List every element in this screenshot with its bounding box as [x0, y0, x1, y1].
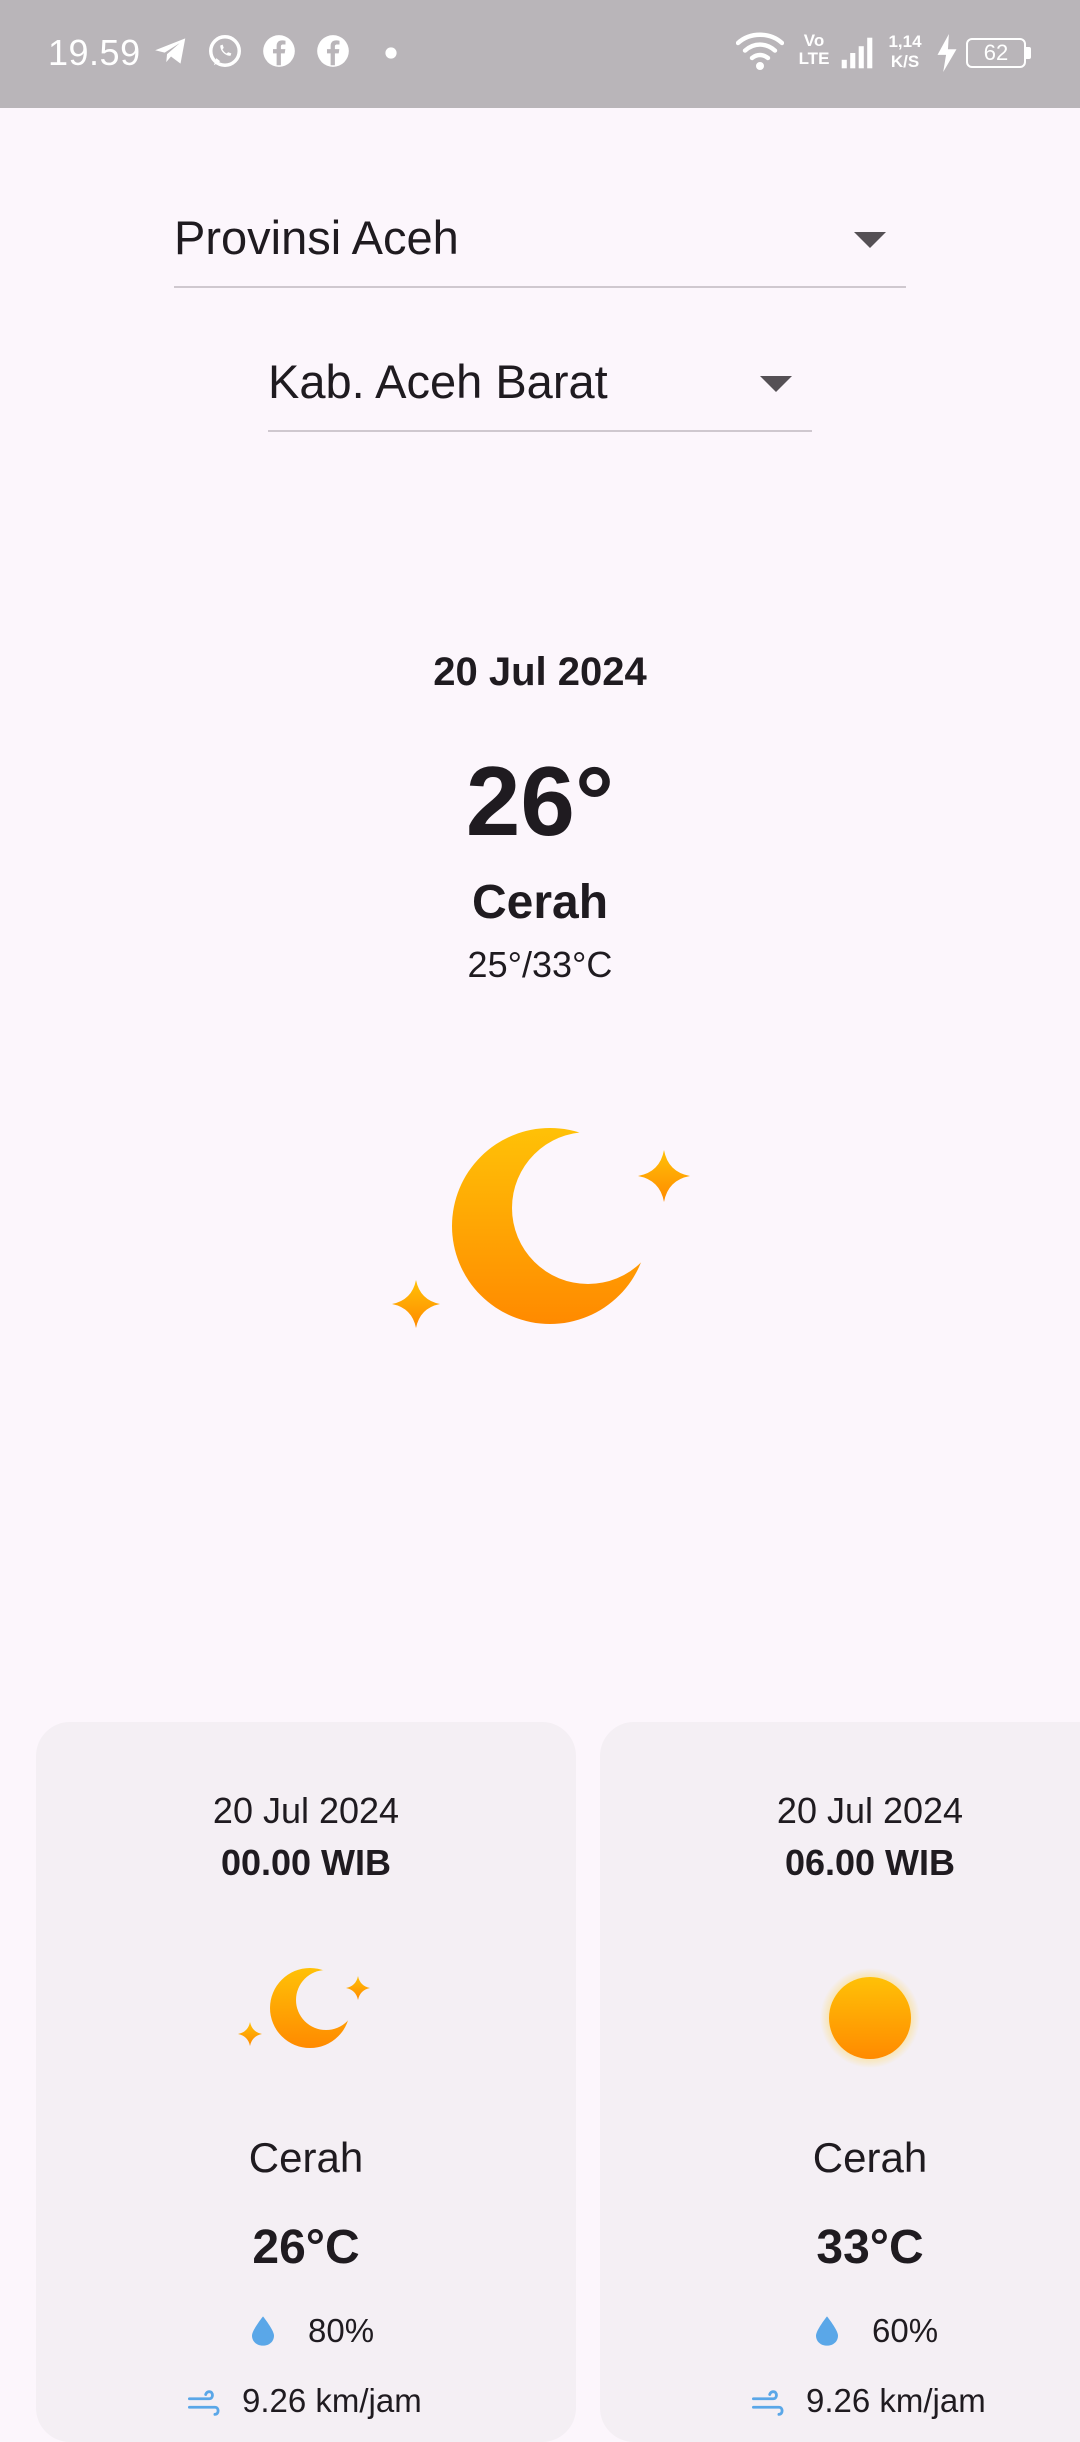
battery-level: 62 — [983, 40, 1009, 65]
moon-stars-icon — [392, 1128, 690, 1328]
water-drop-icon — [252, 2316, 274, 2346]
sun-icon — [820, 1968, 920, 2068]
forecast-date: 20 Jul 2024 — [212, 1790, 400, 1831]
water-drop-icon — [816, 2316, 838, 2346]
volte-indicator: Vo LTE — [796, 32, 832, 68]
volte-top: Vo — [803, 31, 825, 50]
network-speed: 1,14 K/S — [882, 32, 928, 72]
chevron-down-icon — [854, 232, 886, 248]
forecast-wind: 9.26 km/jam — [806, 2382, 986, 2419]
forecast-humidity: 60% — [872, 2312, 939, 2349]
forecast-humidity: 80% — [308, 2312, 375, 2349]
status-time: 19.59 — [48, 32, 141, 73]
wifi-icon — [736, 32, 784, 70]
telegram-icon — [155, 38, 186, 64]
wind-icon — [752, 2390, 784, 2416]
province-select[interactable]: Provinsi Aceh — [174, 200, 906, 288]
current-temperature: 26° — [465, 746, 615, 856]
facebook-icon — [263, 35, 295, 67]
wind-icon — [188, 2390, 220, 2416]
current-condition: Cerah — [471, 876, 609, 929]
forecast-condition: Cerah — [248, 2134, 364, 2181]
regency-select[interactable]: Kab. Aceh Barat — [268, 344, 812, 432]
forecast-date: 20 Jul 2024 — [776, 1790, 964, 1831]
forecast-time: 00.00 WIB — [220, 1842, 392, 1883]
forecast-card[interactable]: 20 Jul 2024 06.00 WIB Cerah 33°C 60% 9.2… — [600, 1722, 1080, 2442]
forecast-temperature: 33°C — [816, 2221, 924, 2274]
forecast-wind: 9.26 km/jam — [242, 2382, 422, 2419]
status-bar: 19.59 Vo LTE 1,14 K/S 62 — [0, 0, 1080, 108]
moon-stars-icon — [238, 1968, 370, 2048]
battery-icon: 62 — [966, 38, 1026, 68]
forecast-temperature: 26°C — [252, 2221, 360, 2274]
forecast-time: 06.00 WIB — [784, 1842, 956, 1883]
volte-bottom: LTE — [798, 49, 830, 68]
battery-tip — [1026, 47, 1031, 59]
facebook-icon — [317, 35, 349, 67]
dot-icon — [385, 47, 397, 59]
forecast-card[interactable]: 20 Jul 2024 00.00 WIB Cerah 26°C 80% 9.2… — [36, 1722, 576, 2442]
province-select-value: Provinsi Aceh — [174, 211, 459, 264]
signal-icon — [841, 37, 873, 69]
current-date: 20 Jul 2024 — [433, 650, 647, 694]
whatsapp-icon — [209, 35, 241, 67]
current-temperature-range: 25°/33°C — [467, 944, 613, 985]
forecast-condition: Cerah — [812, 2134, 928, 2181]
charging-icon — [937, 34, 957, 72]
network-speed-unit: K/S — [890, 52, 920, 71]
chevron-down-icon — [760, 376, 792, 392]
regency-select-value: Kab. Aceh Barat — [268, 355, 608, 408]
network-speed-value: 1,14 — [888, 32, 922, 51]
